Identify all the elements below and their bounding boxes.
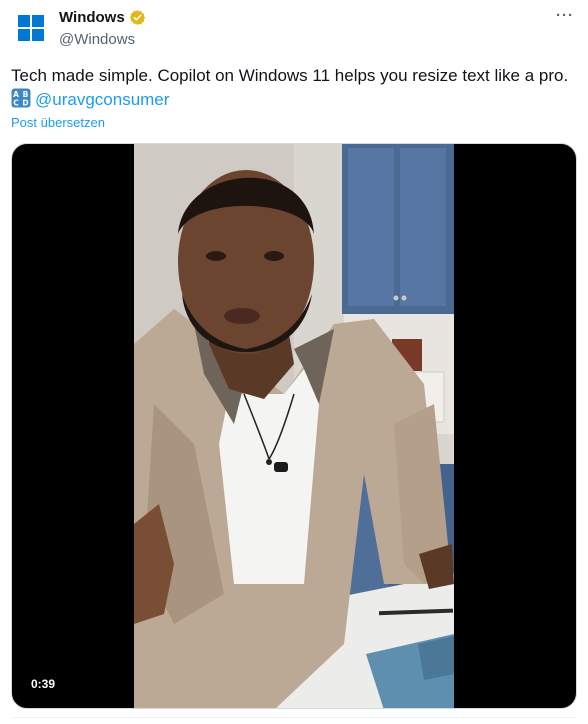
translate-post-link[interactable]: Post übersetzen (11, 115, 105, 130)
video-thumbnail[interactable] (134, 144, 454, 708)
svg-text:D: D (22, 99, 28, 108)
tweet-header: Windows @Windows ··· (0, 0, 588, 60)
account-name-row[interactable]: Windows (59, 9, 146, 26)
tweet-text: Tech made simple. Copilot on Windows 11 … (11, 64, 581, 112)
account-handle[interactable]: @Windows (59, 31, 135, 48)
windows-logo-icon[interactable] (18, 15, 44, 41)
video-player[interactable]: 0:39 (11, 143, 577, 709)
svg-text:C: C (13, 99, 19, 108)
video-duration-badge: 0:39 (25, 675, 62, 693)
abcd-input-symbol-icon: A B C D (11, 88, 31, 108)
tweet-mention-line: A B C D @uravgconsumer (11, 88, 581, 112)
divider (11, 717, 577, 718)
display-name[interactable]: Windows (59, 9, 125, 26)
gold-verified-badge-icon[interactable] (129, 9, 146, 26)
mention-link[interactable]: @uravgconsumer (35, 90, 169, 109)
tweet-text-line: Tech made simple. Copilot on Windows 11 … (11, 66, 569, 85)
more-options-icon[interactable]: ··· (556, 7, 574, 24)
